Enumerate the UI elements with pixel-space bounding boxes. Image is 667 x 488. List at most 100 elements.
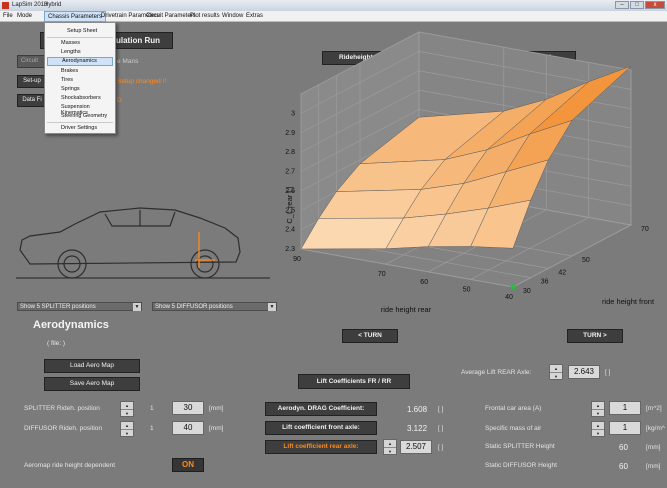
splitter-positions-select[interactable]: Show 5 SPLITTER positions ▼ [17,302,142,311]
menu-separator [47,37,113,38]
splitter-stepper[interactable]: ▲ ▼ [120,401,134,417]
menu-extras[interactable]: Extras [246,13,263,19]
x-tick-label: 60 [420,279,428,286]
chassis-parameters-menu: Setup Sheet Masses Lengths Aerodynamics … [44,22,116,134]
surface-patch [359,110,505,165]
menu-mode[interactable]: Mode [17,13,32,19]
menu-chassis-parameters[interactable]: Chassis Parameters [44,11,107,22]
menu-item-lengths[interactable]: Lengths [61,49,81,55]
y-tick-label: 70 [641,226,649,233]
aeromap-label: Aeromap ride height dependent [24,462,116,469]
menu-item-setup-sheet[interactable]: Setup Sheet [67,28,97,34]
menu-item-steering-geometry[interactable]: Steering Geometry [61,113,107,119]
lift-coefficients-button[interactable]: Lift Coefficients FR / RR [298,374,410,389]
close-button[interactable]: x [645,1,665,9]
menu-item-shockabsorbers[interactable]: Shockabsorbers [61,95,101,101]
splitter-height-unit: [mm] [646,444,661,451]
grid-line [300,128,632,192]
grid-line [336,75,549,269]
z-tick-label: 2.8 [285,149,295,156]
diffusor-stepper[interactable]: ▲ ▼ [120,421,134,437]
surface-patch [420,149,488,190]
drag-unit: [ ] [438,406,444,413]
surface-patch [403,183,465,219]
air-mass-stepper[interactable]: ▲ ▼ [591,421,605,437]
aeromap-toggle[interactable]: ON [172,458,204,472]
x-axis-label: ride height rear [381,305,432,314]
circuit-button[interactable]: Circuit [17,55,47,68]
menu-plot-results[interactable]: Plot results [190,13,220,19]
menu-window[interactable]: Window [222,13,243,19]
surface-patch [529,65,632,135]
grid-line [318,84,531,279]
grid-line [359,63,573,257]
lift-rear-label: Lift coefficient rear axle: [265,440,377,454]
menu-item-tires[interactable]: Tires [61,77,73,83]
z-tick-label: 2.9 [285,130,295,137]
diffusor-rideh-label: DIFFUSOR Rideh. position [24,425,103,432]
data-file-button[interactable]: Data Fi [17,94,47,107]
lift-rear-stepper[interactable]: ▲ ▼ [383,439,397,455]
frontal-area-input[interactable]: 1 [609,401,641,415]
avg-lift-rear-input[interactable]: 2.643 [568,365,600,379]
menu-circuit-parameters[interactable]: Circuit Parameters [146,13,196,19]
avg-lift-rear-label: Average Lift REAR Axle: [461,369,532,376]
setup-changed-text: Setup changed !! [117,78,167,85]
app-logo-icon [2,2,9,9]
splitter-rideh-input[interactable]: 30 [172,401,204,415]
surface-patch [444,99,547,160]
force-vs-speed-button[interactable]: Force vs Speed [478,51,576,65]
y-tick-label: 50 [582,257,590,264]
splitter-step-value: 1 [150,405,154,412]
menu-item-driver-settings[interactable]: Driver Settings [61,125,97,131]
save-aero-map-button[interactable]: Save Aero Map [44,377,140,391]
chevron-down-icon[interactable]: ▼ [268,303,276,311]
rideheight-vs-speed-button[interactable]: Rideheight vs Speed [322,51,420,65]
frontal-area-stepper[interactable]: ▲ ▼ [591,401,605,417]
setup-button[interactable]: Set-up [17,75,47,88]
turn-left-button[interactable]: < TURN [342,329,398,343]
lift-rear-input[interactable]: 2.507 [400,440,432,454]
aero-file-label: ( file: ) [47,340,66,347]
window-title: LapSim 2013 [12,2,48,8]
menu-item-masses[interactable]: Masses [61,40,80,46]
grid-line [428,54,547,273]
z-tick-label: 2.7 [285,169,295,176]
diffusor-height-value: 60 [619,462,628,471]
z-tick-label: 2.5 [285,207,295,214]
air-mass-input[interactable]: 1 [609,421,641,435]
diffusor-unit: [mm] [209,425,224,432]
x-tick-label: 70 [378,271,386,278]
menu-separator [47,122,113,123]
drag-coefficient-label: Aerodyn. DRAG Coefficient: [265,402,377,416]
load-aero-map-button[interactable]: Load Aero Map [44,359,140,373]
grid-line [300,94,514,288]
maximize-button[interactable]: □ [630,1,644,9]
menu-bar: File Mode Chassis Parameters Drivetrain … [0,11,667,22]
grid-line [512,70,632,288]
surface-patch [427,207,489,247]
menu-item-brakes[interactable]: Brakes [61,68,78,74]
menu-file[interactable]: File [3,13,13,19]
avg-lift-stepper[interactable]: ▲ ▼ [549,364,563,380]
lift-rear-unit: [ ] [438,444,444,451]
splitter-rideh-label: SPLITTER Rideh. position [24,405,100,412]
surface-patch [487,81,589,150]
current-point-marker [510,284,516,290]
surface-patch [470,199,532,249]
minimize-button[interactable]: – [615,1,629,9]
lift-front-value: 3.122 [407,424,428,433]
title-bar: LapSim 2013 Hybrid – □ x [0,0,667,11]
diffusor-rideh-input[interactable]: 40 [172,421,204,435]
surface-patch [445,171,507,215]
diffusor-positions-select[interactable]: Show 5 DIFFUSOR positions ▼ [152,302,277,311]
grid-line [385,47,505,265]
floor-plane [299,186,633,288]
turn-right-button[interactable]: TURN > [567,329,623,343]
menu-item-aerodynamics[interactable]: Aerodynamics [47,57,113,66]
menu-item-springs[interactable]: Springs [61,86,80,92]
grid-line [300,186,632,250]
chevron-down-icon[interactable]: ▼ [133,303,141,311]
drag-coefficient-value: 1.608 [407,405,428,414]
surface-patch [385,213,447,249]
